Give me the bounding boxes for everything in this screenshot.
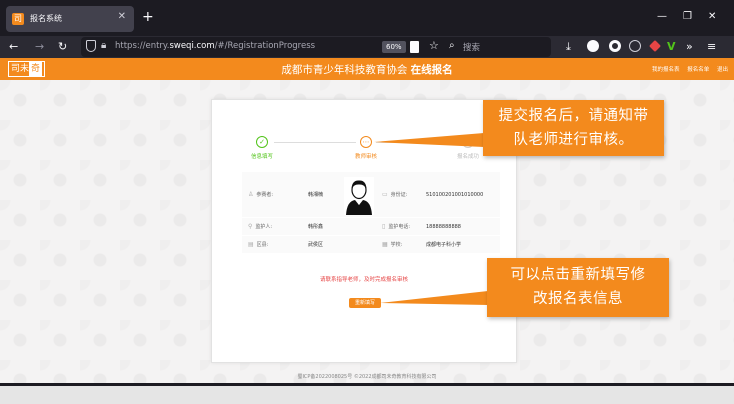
header-links: 我的报名表 报名名单 退出 bbox=[646, 65, 728, 73]
callout-text: 提交报名后，请通知带 bbox=[498, 108, 649, 124]
logout-link[interactable]: 退出 bbox=[717, 67, 728, 73]
map-icon: ▤ bbox=[248, 241, 254, 248]
guardian-value: 韩彤鑫 bbox=[308, 224, 324, 230]
reader-view-icon[interactable] bbox=[410, 41, 419, 53]
menu-icon[interactable]: ≡ bbox=[707, 39, 716, 55]
site-favicon-icon: 司 bbox=[12, 13, 24, 25]
step-info-fill: ✓ 信息填写 bbox=[232, 136, 292, 160]
browser-tab[interactable]: 司 报名系统 ✕ bbox=[6, 6, 134, 32]
callout-text: 队老师进行审核。 bbox=[513, 132, 634, 148]
close-window-icon[interactable]: ✕ bbox=[708, 11, 716, 22]
refill-button[interactable]: 重新填写 bbox=[349, 298, 381, 308]
reload-icon[interactable]: ↻ bbox=[58, 39, 67, 55]
step-label: 教师审核 bbox=[354, 154, 377, 160]
school-value: 成都电子科小学 bbox=[426, 242, 462, 248]
school-icon: ▦ bbox=[382, 241, 388, 248]
step-teacher-review: ⋯ 教师审核 bbox=[336, 136, 396, 160]
lock-icon[interactable]: 🔒︎ bbox=[101, 40, 106, 51]
phone-icon: ▯ bbox=[382, 223, 386, 230]
overflow-icon[interactable]: » bbox=[686, 39, 693, 55]
browser-tab-bar: 司 报名系统 ✕ + — ❐ ✕ bbox=[0, 0, 734, 36]
check-icon: ✓ bbox=[462, 136, 474, 148]
tab-title: 报名系统 bbox=[30, 14, 62, 23]
page-title: 成都市青少年科技教育协会 在线报名 bbox=[281, 64, 453, 76]
bookmark-star-icon[interactable]: ☆ bbox=[429, 39, 439, 52]
callout-text: 可以点击重新填写修 bbox=[510, 267, 646, 283]
close-tab-icon[interactable]: ✕ bbox=[118, 11, 126, 22]
extension-o-icon[interactable] bbox=[609, 40, 621, 52]
new-tab-icon[interactable]: + bbox=[142, 9, 154, 25]
extension-v-icon[interactable]: V bbox=[667, 39, 676, 55]
phone-value: 18888888888 bbox=[426, 223, 461, 230]
registration-progress-card: ✓ 信息填写 ⋯ 教师审核 ✓ 报名成功 ♙ 参赛者: 韩湘楠 ▭ 身份证: 510… bbox=[211, 99, 517, 363]
info-row: ⚲ 监护人: 韩彤鑫 ▯ 监护电话: 18888888888 bbox=[242, 217, 500, 235]
url-bar[interactable]: 🔒︎ https://entry.sweqi.com/#/Registratio… bbox=[81, 37, 551, 57]
person-icon: ♙ bbox=[248, 191, 254, 198]
zoom-level[interactable]: 60% bbox=[382, 41, 406, 53]
site-header: 司未奇 成都市青少年科技教育协会 在线报名 我的报名表 报名名单 退出 bbox=[0, 58, 734, 80]
extension-circle-icon[interactable] bbox=[629, 40, 641, 52]
search-input[interactable]: 搜索 bbox=[463, 41, 480, 53]
search-icon: ⌕ bbox=[449, 40, 455, 51]
info-row: ▤ 区县: 武侯区 ▦ 学校: 成都电子科小学 bbox=[242, 235, 500, 253]
step-label: 信息填写 bbox=[250, 154, 273, 160]
progress-steps: ✓ 信息填写 ⋯ 教师审核 ✓ 报名成功 bbox=[212, 136, 518, 166]
id-card-icon: ▭ bbox=[382, 191, 388, 198]
registration-list-link[interactable]: 报名名单 bbox=[687, 67, 709, 73]
browser-nav-bar: ← → ↻ 🔒︎ https://entry.sweqi.com/#/Regis… bbox=[0, 36, 734, 58]
url-text[interactable]: https://entry.sweqi.com/#/RegistrationPr… bbox=[115, 41, 315, 51]
download-icon[interactable]: ⤓ bbox=[566, 39, 571, 55]
account-icon[interactable] bbox=[587, 40, 599, 52]
name-value: 韩湘楠 bbox=[308, 192, 324, 198]
callout-refill-tip: 可以点击重新填写修 改报名表信息 bbox=[487, 258, 669, 317]
avatar bbox=[344, 177, 374, 215]
guardian-label: ⚲ 监护人: bbox=[248, 223, 273, 230]
id-value: 510100201001010000 bbox=[426, 191, 484, 198]
back-icon[interactable]: ← bbox=[9, 39, 18, 55]
shield-icon[interactable] bbox=[86, 40, 96, 52]
forward-icon[interactable]: → bbox=[35, 39, 44, 55]
pending-icon: ⋯ bbox=[360, 136, 372, 148]
page-footer: 蜀ICP备2022008025号 ©2022成都司未奇教育科技有限公司 bbox=[297, 374, 437, 380]
district-value: 武侯区 bbox=[308, 242, 324, 248]
phone-label: ▯ 监护电话: bbox=[382, 223, 410, 230]
check-icon: ✓ bbox=[256, 136, 268, 148]
school-label: ▦ 学校: bbox=[382, 241, 403, 248]
id-label: ▭ 身份证: bbox=[382, 191, 408, 198]
callout-text: 改报名表信息 bbox=[533, 291, 623, 307]
review-notice: 请联系指导老师，及时完成报名审核 bbox=[319, 277, 408, 283]
registration-info-table: ♙ 参赛者: 韩湘楠 ▭ 身份证: 510100201001010000 ⚲ 监护人:… bbox=[242, 171, 500, 253]
bottom-bar bbox=[0, 383, 734, 404]
info-row: ♙ 参赛者: 韩湘楠 ▭ 身份证: 510100201001010000 bbox=[242, 171, 500, 217]
extension-red-icon[interactable] bbox=[649, 40, 661, 52]
callout-submit-tip: 提交报名后，请通知带 队老师进行审核。 bbox=[483, 100, 664, 156]
my-registration-link[interactable]: 我的报名表 bbox=[652, 67, 680, 73]
name-label: ♙ 参赛者: bbox=[248, 191, 274, 198]
district-label: ▤ 区县: bbox=[248, 241, 269, 248]
minimize-icon[interactable]: — bbox=[657, 11, 667, 22]
location-icon: ⚲ bbox=[248, 223, 253, 230]
restore-icon[interactable]: ❐ bbox=[683, 11, 692, 22]
